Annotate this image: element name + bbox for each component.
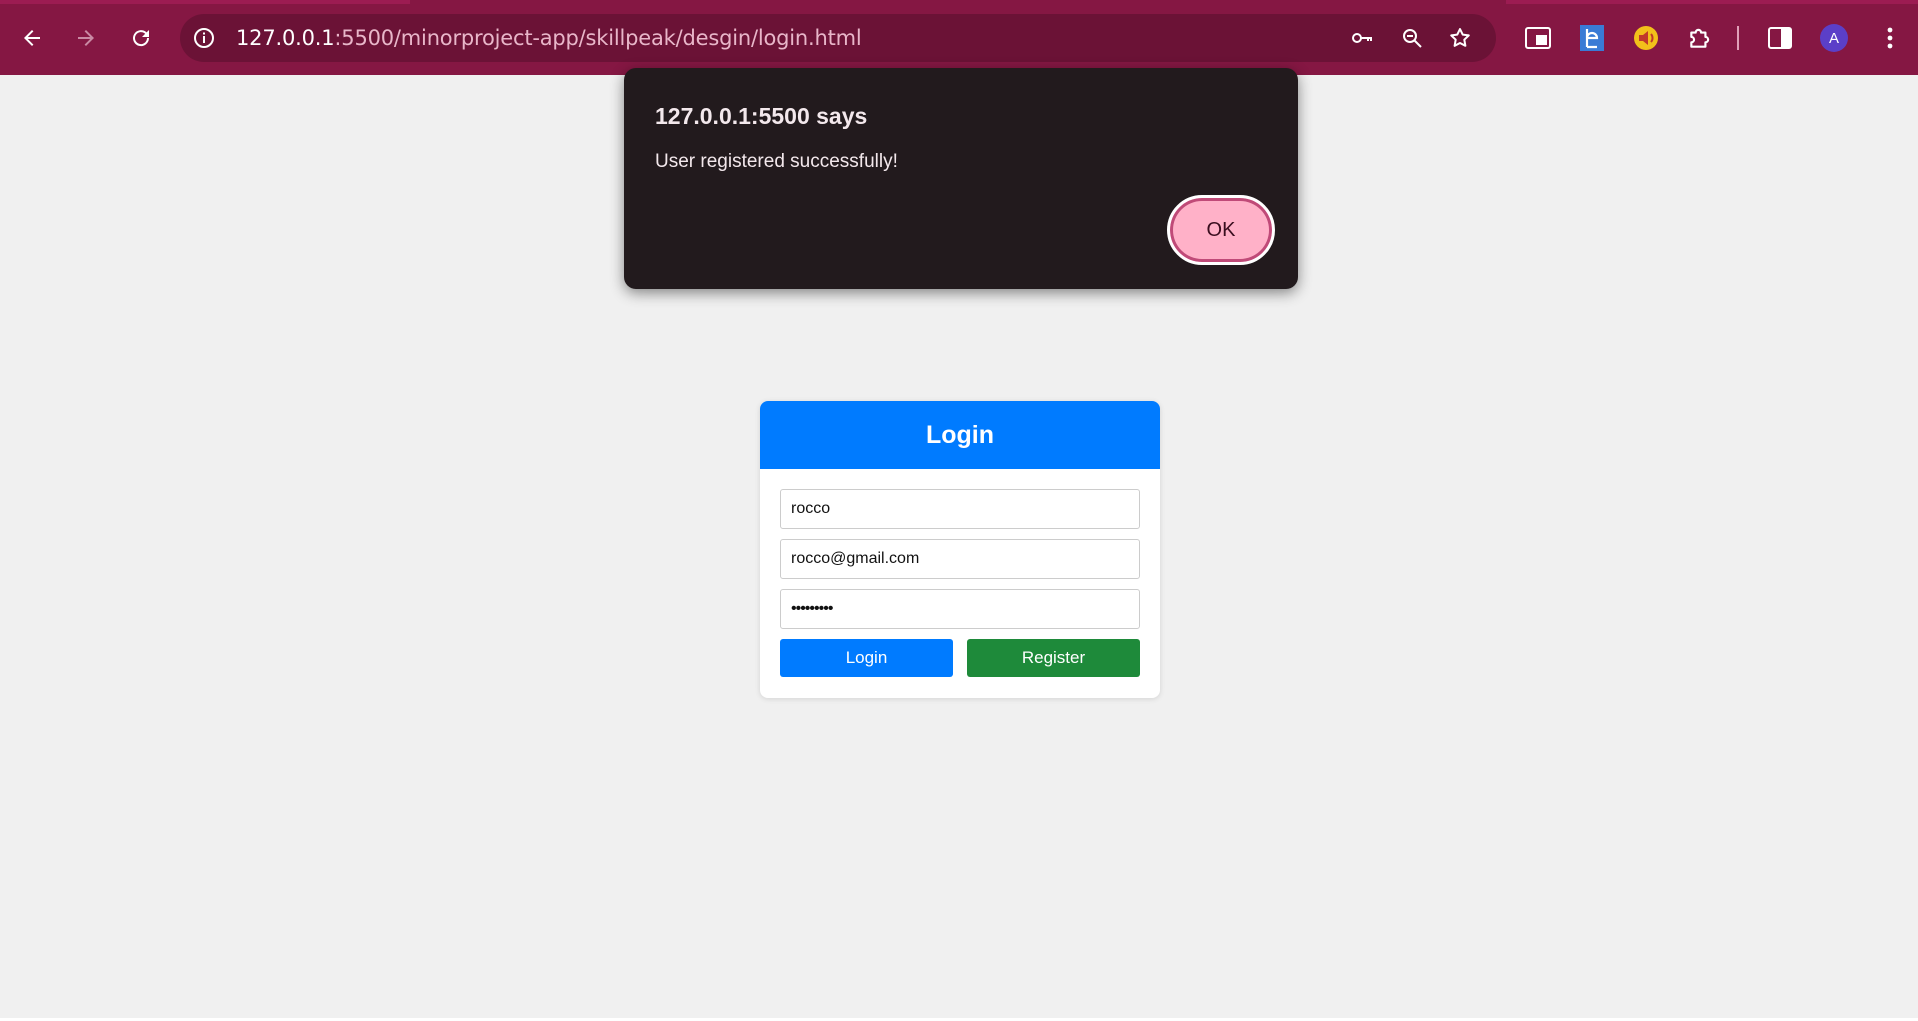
bookmark-star-icon[interactable] [1448, 26, 1472, 50]
password-key-icon[interactable] [1350, 26, 1374, 50]
url-path: :5500/minorproject-app/skillpeak/desgin/… [334, 26, 862, 50]
username-field[interactable]: rocco [780, 489, 1140, 529]
email-field[interactable]: rocco@gmail.com [780, 539, 1140, 579]
reload-icon [133, 30, 150, 47]
login-button[interactable]: Login [780, 639, 953, 677]
profile-avatar[interactable]: A [1820, 24, 1848, 52]
extensions-button[interactable] [1686, 24, 1714, 52]
toolbar-divider [1737, 26, 1739, 50]
dialog-title: 127.0.0.1:5500 says [655, 103, 868, 129]
tab-strip [0, 0, 1918, 4]
dialog-message: User registered successfully! [655, 151, 898, 172]
menu-kebab-icon [1887, 27, 1893, 49]
browser-toolbar: 127.0.0.1:5500/minorproject-app/skillpea… [0, 0, 1918, 75]
extensions-puzzle-icon [1690, 28, 1710, 48]
e-extension-icon [1580, 25, 1604, 51]
address-bar[interactable]: 127.0.0.1:5500/minorproject-app/skillpea… [180, 14, 1496, 62]
forward-icon [78, 30, 94, 46]
url-text[interactable]: 127.0.0.1:5500/minorproject-app/skillpea… [236, 26, 862, 50]
back-icon [24, 30, 40, 46]
active-tab[interactable] [410, 0, 1506, 4]
alert-dialog: 127.0.0.1:5500 says User registered succ… [624, 68, 1298, 289]
browser-menu-button[interactable] [1876, 24, 1904, 52]
login-title: Login [760, 401, 1160, 469]
url-host: 127.0.0.1 [236, 26, 335, 50]
media-extension-button[interactable] [1524, 24, 1552, 52]
back-button[interactable] [14, 20, 50, 56]
login-card: Login rocco rocco@gmail.com ••••••••• Lo… [760, 401, 1160, 698]
media-extension-icon [1525, 27, 1551, 49]
site-info-icon[interactable] [192, 26, 216, 50]
ok-button[interactable]: OK [1167, 195, 1275, 265]
side-panel-button[interactable] [1766, 24, 1794, 52]
audio-extension-button[interactable] [1632, 24, 1660, 52]
password-field[interactable]: ••••••••• [780, 589, 1140, 629]
zoom-icon[interactable] [1400, 26, 1424, 50]
e-extension-button[interactable] [1578, 24, 1606, 52]
register-button[interactable]: Register [967, 639, 1140, 677]
side-panel-icon [1768, 27, 1792, 49]
forward-button[interactable] [68, 20, 104, 56]
audio-extension-icon [1634, 26, 1658, 50]
reload-button[interactable] [123, 20, 159, 56]
